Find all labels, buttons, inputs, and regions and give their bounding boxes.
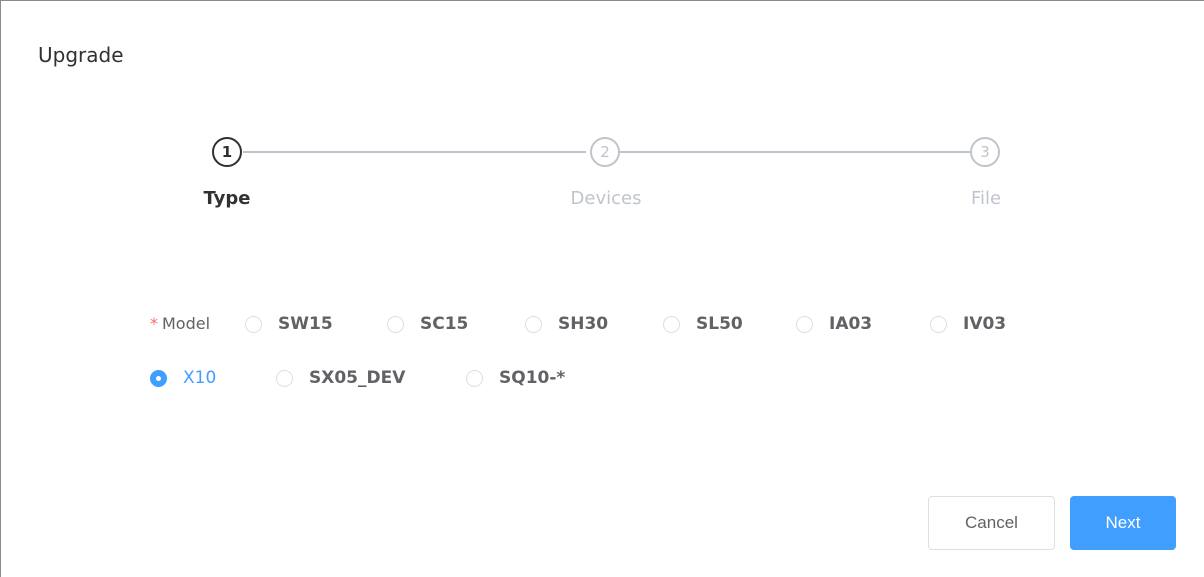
- next-button[interactable]: Next: [1070, 496, 1176, 550]
- radio-sl50[interactable]: SL50: [663, 313, 743, 335]
- radio-circle[interactable]: [663, 315, 680, 333]
- radio-sq10[interactable]: SQ10-*: [466, 367, 565, 389]
- radio-label: SX05_DEV: [309, 368, 406, 388]
- radio-label: IV03: [963, 314, 1007, 334]
- dialog-title: Upgrade: [38, 43, 124, 67]
- cancel-button-label: Cancel: [965, 513, 1018, 532]
- radio-label: IA03: [829, 314, 873, 334]
- radio-label: SH30: [558, 314, 609, 334]
- radio-circle[interactable]: [387, 315, 404, 333]
- radio-label: SQ10-*: [499, 368, 566, 388]
- step-3-label: File: [970, 188, 1002, 209]
- radio-x10[interactable]: X10: [150, 367, 216, 389]
- radio-circle[interactable]: [525, 315, 542, 333]
- radio-label: X10: [183, 368, 217, 388]
- step-3-icon: 3: [970, 137, 1000, 167]
- required-mark: *: [150, 314, 158, 333]
- radio-iv03[interactable]: IV03: [930, 313, 1006, 335]
- step-2-label: Devices: [570, 188, 642, 209]
- step-1-label: Type: [203, 188, 251, 209]
- radio-sx05-dev[interactable]: SX05_DEV: [276, 367, 405, 389]
- upgrade-dialog: Upgrade 1 2 3 Type Devices File * Model S…: [0, 0, 1204, 577]
- radio-label: SC15: [420, 314, 469, 334]
- step-2-icon: 2: [590, 137, 620, 167]
- radio-sc15[interactable]: SC15: [387, 313, 468, 335]
- model-label-text: Model: [162, 314, 211, 333]
- radio-circle-checked[interactable]: [150, 369, 167, 387]
- radio-sw15[interactable]: SW15: [245, 313, 333, 335]
- radio-ia03[interactable]: IA03: [796, 313, 872, 335]
- radio-label: SW15: [278, 314, 333, 334]
- radio-circle[interactable]: [276, 369, 293, 387]
- radio-circle[interactable]: [245, 315, 262, 333]
- radio-circle[interactable]: [930, 315, 947, 333]
- step-connector-1: [243, 151, 586, 153]
- radio-label: SL50: [696, 314, 743, 334]
- radio-circle[interactable]: [466, 369, 483, 387]
- step-1-icon: 1: [212, 137, 242, 167]
- cancel-button[interactable]: Cancel: [928, 496, 1055, 550]
- next-button-label: Next: [1105, 513, 1141, 532]
- radio-circle[interactable]: [796, 315, 813, 333]
- radio-sh30[interactable]: SH30: [525, 313, 608, 335]
- model-label: * Model: [150, 313, 210, 335]
- step-connector-2: [620, 151, 970, 153]
